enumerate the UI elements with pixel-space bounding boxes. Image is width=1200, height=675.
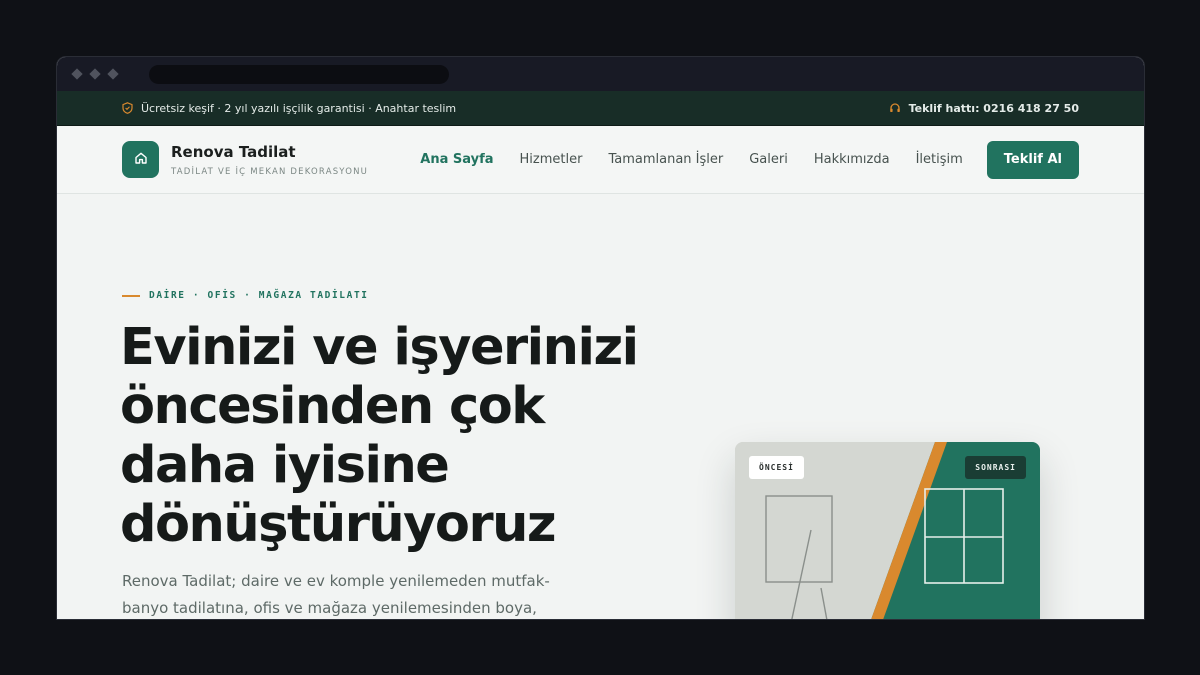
hero-section: DAİRE · OFİS · MAĞAZA TADİLATI Evinizi v… — [57, 194, 1144, 619]
site-header: Renova Tadilat TADİLAT VE İÇ MEKAN DEKOR… — [57, 126, 1144, 194]
nav-item-ana-sayfa[interactable]: Ana Sayfa — [420, 152, 493, 167]
brand[interactable]: Renova Tadilat TADİLAT VE İÇ MEKAN DEKOR… — [171, 143, 368, 177]
shield-icon — [122, 102, 133, 114]
nav-item-iletisim[interactable]: İletişim — [916, 152, 963, 167]
nav-item-hizmetler[interactable]: Hizmetler — [520, 152, 583, 167]
brand-name: Renova Tadilat — [171, 142, 296, 161]
brand-tagline: TADİLAT VE İÇ MEKAN DEKORASYONU — [171, 166, 369, 177]
headset-icon — [889, 102, 901, 114]
nav-item-tamamlanan-isler[interactable]: Tamamlanan İşler — [608, 152, 723, 167]
topbar-info-text: Ücretsiz keşif · 2 yıl yazılı işçilik ga… — [141, 101, 457, 115]
browser-window: Ücretsiz keşif · 2 yıl yazılı işçilik ga… — [56, 56, 1145, 620]
info-topbar: Ücretsiz keşif · 2 yıl yazılı işçilik ga… — [57, 91, 1144, 126]
address-bar[interactable] — [149, 65, 449, 84]
nav-item-galeri[interactable]: Galeri — [749, 152, 788, 167]
get-quote-button[interactable]: Teklif Al — [986, 140, 1079, 179]
hotline[interactable]: Teklif hattı: 0216 418 27 50 — [889, 102, 1079, 115]
nav-item-hakkimizda[interactable]: Hakkımızda — [814, 152, 890, 167]
logo[interactable] — [122, 141, 159, 178]
window-minimize-dot[interactable] — [89, 68, 101, 80]
main-nav: Ana Sayfa Hizmetler Tamamlanan İşler Gal… — [420, 152, 963, 167]
eyebrow-line — [122, 294, 140, 297]
hotline-text: Teklif hattı: 0216 418 27 50 — [908, 101, 1079, 115]
window-maximize-dot[interactable] — [107, 68, 119, 80]
hero-headline: Evinizi ve işyerinizi öncesinden çok dah… — [120, 318, 639, 554]
after-label: SONRASI — [965, 456, 1026, 479]
browser-titlebar — [57, 57, 1144, 91]
before-label: ÖNCESİ — [749, 456, 804, 479]
eyebrow-text: DAİRE · OFİS · MAĞAZA TADİLATI — [149, 290, 369, 301]
window-close-dot[interactable] — [71, 68, 83, 80]
before-after-card: ÖNCESİ SONRASI — [735, 442, 1040, 619]
hero-lead: Renova Tadilat; daire ve ev komple yenil… — [122, 572, 550, 617]
hero-eyebrow: DAİRE · OFİS · MAĞAZA TADİLATI — [122, 290, 369, 301]
home-icon — [134, 150, 148, 169]
